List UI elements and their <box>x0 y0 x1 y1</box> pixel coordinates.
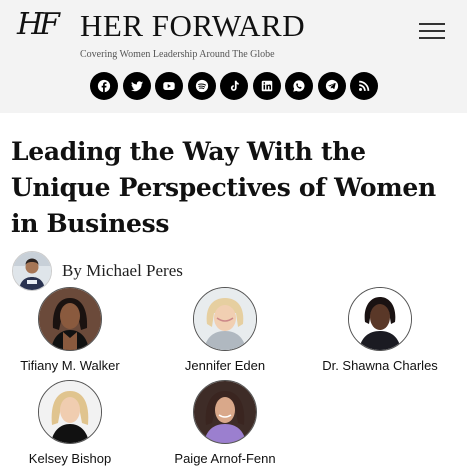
site-header: HF HER FORWARD Covering Women Leadership… <box>0 0 467 113</box>
person-name: Kelsey Bishop <box>28 451 112 466</box>
person-card[interactable]: Paige Arnof-Fenn <box>150 380 300 466</box>
article-headline: Leading the Way With the Unique Perspect… <box>11 137 436 238</box>
site-tagline: Covering Women Leadership Around The Glo… <box>80 49 275 60</box>
person-name: Jennifer Eden <box>184 358 266 373</box>
person-photo <box>38 287 102 351</box>
person-name: Tifiany M. Walker <box>20 358 120 373</box>
person-card[interactable]: Jennifer Eden <box>150 287 300 373</box>
author-avatar[interactable] <box>12 251 52 291</box>
person-photo <box>348 287 412 351</box>
spotify-icon[interactable] <box>187 72 216 100</box>
whatsapp-icon[interactable] <box>285 72 313 100</box>
tiktok-icon[interactable] <box>220 72 248 100</box>
facebook-icon[interactable] <box>90 72 118 100</box>
person-card[interactable]: Kelsey Bishop <box>0 380 145 466</box>
person-name: Dr. Shawna Charles <box>322 358 438 373</box>
rss-icon[interactable] <box>350 72 378 100</box>
site-title[interactable]: HER FORWARD <box>80 6 305 46</box>
person-card[interactable]: Dr. Shawna Charles <box>305 287 455 373</box>
person-photo <box>193 287 257 351</box>
article-byline[interactable]: By Michael Peres <box>62 261 183 281</box>
linkedin-icon[interactable] <box>252 72 281 100</box>
social-links <box>90 72 378 100</box>
twitter-icon[interactable] <box>122 72 151 100</box>
youtube-icon[interactable] <box>155 72 183 100</box>
person-photo <box>38 380 102 444</box>
site-logo[interactable]: HF <box>17 8 63 42</box>
hamburger-menu-icon[interactable] <box>419 20 447 42</box>
person-photo <box>193 380 257 444</box>
person-name: Paige Arnof-Fenn <box>174 451 276 466</box>
telegram-icon[interactable] <box>317 72 346 100</box>
person-card[interactable]: Tifiany M. Walker <box>0 287 145 373</box>
